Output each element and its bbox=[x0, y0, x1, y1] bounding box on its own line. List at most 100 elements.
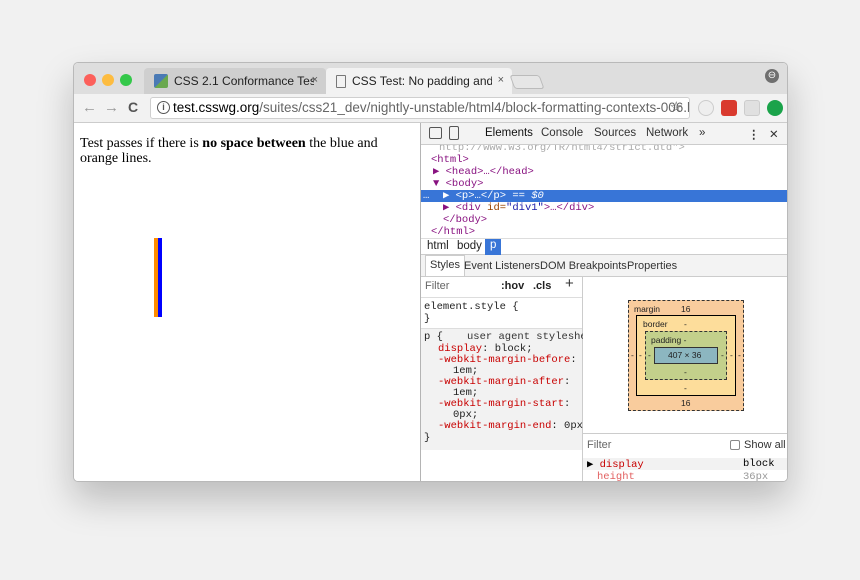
reload-button[interactable]: C bbox=[128, 99, 138, 115]
bookmark-star-icon[interactable]: ☆ bbox=[670, 98, 683, 118]
tab-close-icon[interactable]: × bbox=[498, 74, 504, 86]
node-actions-icon[interactable]: … bbox=[423, 190, 429, 202]
tab-strip: CSS 2.1 Conformance Test Su × CSS Test: … bbox=[74, 63, 787, 94]
sidebar-tabbar: Styles Event Listeners DOM Breakpoints P… bbox=[421, 255, 787, 277]
tab-sources[interactable]: Sources bbox=[594, 127, 636, 139]
browser-toolbar: ← → C i test.csswg.org/suites/css21_dev/… bbox=[74, 94, 787, 123]
devtools-close-icon[interactable]: ✕ bbox=[769, 127, 779, 141]
border-top-value[interactable]: - bbox=[684, 319, 687, 329]
tab-css-test[interactable]: CSS Test: No padding and mar × bbox=[326, 68, 512, 94]
close-window-button[interactable] bbox=[84, 74, 96, 86]
element-style-close: } bbox=[424, 313, 431, 325]
dom-node-head[interactable]: ▶ <head>…</head> bbox=[433, 166, 534, 178]
extension-red-icon[interactable] bbox=[721, 100, 737, 116]
site-favicon-icon bbox=[154, 74, 168, 88]
computed-row-height[interactable]: height bbox=[597, 471, 635, 481]
dom-node-html-close: </html> bbox=[431, 226, 476, 238]
extension-green-icon[interactable] bbox=[767, 100, 783, 116]
dom-node-html[interactable]: <html> bbox=[431, 154, 469, 166]
cls-toggle[interactable]: .cls bbox=[533, 281, 551, 292]
margin-left-value[interactable]: - bbox=[631, 350, 634, 360]
forward-button[interactable]: → bbox=[104, 99, 119, 116]
computed-pane: Filter Show all ▶ display block height 3… bbox=[583, 433, 787, 482]
text-before: Test passes if there is bbox=[80, 136, 203, 151]
padding-right-value[interactable]: - bbox=[721, 350, 724, 360]
div-attr: id= bbox=[487, 202, 507, 214]
maximize-window-button[interactable] bbox=[120, 74, 132, 86]
breadcrumb-body[interactable]: body bbox=[457, 240, 482, 252]
element-style-selector[interactable]: element.style { bbox=[424, 302, 519, 313]
page-icon bbox=[336, 74, 346, 88]
tab-styles[interactable]: Styles bbox=[425, 255, 465, 276]
tab-title: CSS Test: No padding and mar bbox=[352, 74, 492, 88]
devtools-tabbar: Elements Console Sources Network » ⋮ ✕ bbox=[421, 123, 787, 145]
body-tag: <body> bbox=[445, 178, 484, 190]
tab-conformance-suite[interactable]: CSS 2.1 Conformance Test Su × bbox=[144, 68, 326, 94]
add-rule-icon[interactable]: + bbox=[565, 276, 574, 291]
device-toolbar-icon[interactable] bbox=[449, 126, 459, 140]
p-selector: p { bbox=[424, 331, 443, 343]
doctype-line: http://www.w3.org/TR/html4/strict.dtd"> bbox=[439, 145, 685, 154]
content-size[interactable]: 407 × 36 bbox=[668, 350, 701, 360]
back-button[interactable]: ← bbox=[82, 99, 97, 116]
breadcrumb-html[interactable]: html bbox=[427, 240, 449, 252]
new-tab-button[interactable] bbox=[509, 75, 545, 89]
border-left-value[interactable]: - bbox=[639, 350, 642, 360]
computed-filter-input[interactable]: Filter bbox=[587, 439, 611, 451]
tab-dom-breakpoints[interactable]: DOM Breakpoints bbox=[540, 260, 627, 272]
p-console-ref: == $0 bbox=[506, 190, 544, 202]
margin-label: margin bbox=[634, 304, 660, 314]
extension-grey-icon[interactable] bbox=[744, 100, 760, 116]
tab-event-listeners[interactable]: Event Listeners bbox=[464, 260, 540, 272]
extension-gear-icon[interactable] bbox=[698, 100, 714, 116]
padding-bottom-value[interactable]: - bbox=[684, 367, 687, 377]
margin-bottom-value[interactable]: 16 bbox=[681, 398, 690, 408]
more-tabs-icon[interactable]: » bbox=[699, 127, 705, 139]
border-bottom-value[interactable]: - bbox=[684, 383, 687, 393]
tab-network[interactable]: Network bbox=[646, 127, 688, 139]
dom-node-body-close: </body> bbox=[443, 214, 488, 226]
dom-node-div[interactable]: ▶ <div id="div1">…</div> bbox=[443, 202, 594, 214]
padding-left-value[interactable]: - bbox=[648, 350, 651, 360]
computed-value-height: 36px bbox=[743, 471, 769, 482]
breadcrumb-p[interactable]: p bbox=[485, 239, 502, 255]
tab-elements[interactable]: Elements bbox=[485, 127, 533, 139]
box-model-pane: margin 16 border - padding - 407 × 36 - … bbox=[583, 277, 787, 433]
div-tag-rest: >…</div> bbox=[543, 202, 595, 214]
devtools-panel: Elements Console Sources Network » ⋮ ✕ h… bbox=[420, 123, 787, 482]
breadcrumb: html body p bbox=[421, 238, 787, 255]
tab-console[interactable]: Console bbox=[541, 127, 583, 139]
page-content: Test passes if there is no space between… bbox=[74, 123, 420, 481]
rule-margin-end: -webkit-margin-end: 0px; bbox=[438, 420, 590, 432]
minimize-window-button[interactable] bbox=[102, 74, 114, 86]
padding-label: padding - bbox=[651, 335, 687, 345]
url-path: /suites/css21_dev/nightly-unstable/html4… bbox=[259, 100, 690, 115]
styles-filter-input[interactable]: Filter bbox=[425, 281, 449, 292]
info-icon[interactable]: i bbox=[157, 101, 170, 114]
ua-rule-close: } bbox=[424, 432, 431, 444]
text-bold: no space between bbox=[202, 136, 306, 151]
styles-filter-bar: Filter :hov .cls + bbox=[421, 276, 582, 298]
computed-row-display[interactable]: ▶ display bbox=[587, 458, 644, 471]
tab-title: CSS 2.1 Conformance Test Su bbox=[174, 74, 314, 88]
tab-properties[interactable]: Properties bbox=[627, 260, 677, 272]
head-tag: <head>…</head> bbox=[445, 166, 534, 178]
dom-node-body[interactable]: ▼ <body> bbox=[433, 178, 483, 190]
margin-right-value[interactable]: - bbox=[738, 350, 741, 360]
address-bar[interactable]: i test.csswg.org/suites/css21_dev/nightl… bbox=[150, 97, 690, 119]
border-right-value[interactable]: - bbox=[730, 350, 733, 360]
hov-toggle[interactable]: :hov bbox=[501, 281, 524, 292]
div-tag-open: <div bbox=[455, 202, 488, 214]
dom-node-p-selected[interactable]: … ▶ <p>…</p> == $0 bbox=[421, 190, 787, 202]
devtools-menu-icon[interactable]: ⋮ bbox=[748, 127, 760, 141]
styles-pane: Filter :hov .cls + element.style { } p {… bbox=[421, 276, 599, 481]
inspect-element-icon[interactable] bbox=[429, 127, 442, 139]
margin-top-value[interactable]: 16 bbox=[681, 304, 690, 314]
border-label: border bbox=[643, 319, 668, 329]
div-attr-value: "div1" bbox=[506, 202, 544, 214]
tab-close-icon[interactable]: × bbox=[312, 74, 318, 86]
browser-window: CSS 2.1 Conformance Test Su × CSS Test: … bbox=[73, 62, 788, 482]
profile-icon[interactable]: ⊖ bbox=[765, 69, 779, 83]
test-instructions: Test passes if there is no space between… bbox=[80, 136, 410, 166]
show-all-checkbox[interactable] bbox=[730, 440, 740, 450]
